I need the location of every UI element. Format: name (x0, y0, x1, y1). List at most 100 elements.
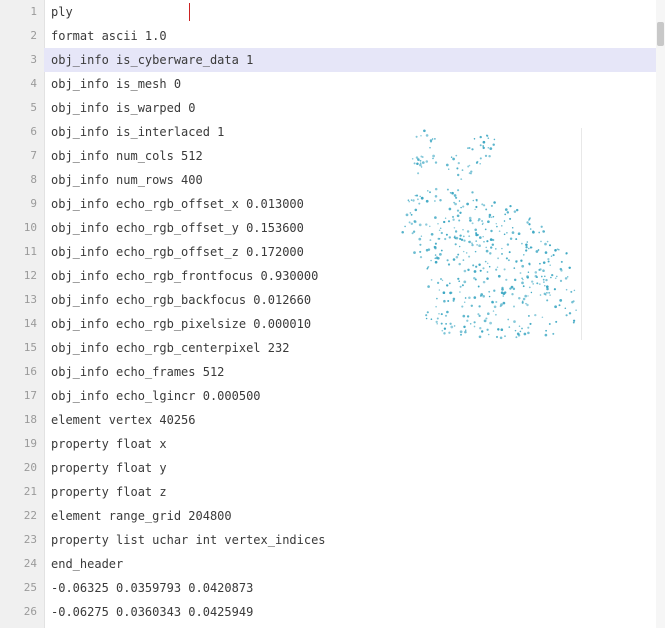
code-line[interactable]: 1 ply (0, 0, 665, 24)
line-text[interactable]: element range_grid 204800 (51, 504, 232, 528)
text-caret (189, 3, 190, 21)
point-cloud-point (550, 276, 552, 279)
line-text[interactable]: property float z (51, 480, 167, 504)
line-text[interactable]: obj_info is_interlaced 1 (51, 120, 224, 144)
point-cloud-point (461, 284, 464, 287)
point-cloud-point (475, 265, 478, 268)
line-text[interactable]: obj_info echo_rgb_pixelsize 0.000010 (51, 312, 311, 336)
point-cloud-point (573, 289, 576, 292)
line-text[interactable]: property list uchar int vertex_indices (51, 528, 326, 552)
line-number: 14 (23, 317, 37, 330)
point-cloud-point (471, 148, 474, 151)
line-text[interactable]: obj_info num_rows 400 (51, 168, 203, 192)
point-cloud-point (429, 191, 431, 194)
line-text[interactable]: format ascii 1.0 (51, 24, 167, 48)
code-line[interactable]: 21 property float z (0, 480, 665, 504)
point-cloud-point (460, 238, 464, 241)
code-line[interactable]: 4 obj_info is_mesh 0 (0, 72, 665, 96)
code-line[interactable]: 23 property list uchar int vertex_indices (0, 528, 665, 552)
point-cloud-point (512, 305, 516, 308)
point-cloud-point (538, 268, 541, 271)
point-cloud-point (529, 246, 532, 249)
point-cloud-point (495, 335, 499, 339)
point-cloud-point (553, 288, 556, 291)
point-cloud-point (437, 222, 439, 225)
code-line[interactable]: 26 -0.06275 0.0360343 0.0425949 (0, 600, 665, 624)
line-text[interactable]: obj_info echo_rgb_backfocus 0.012660 (51, 288, 311, 312)
code-line[interactable]: 2 format ascii 1.0 (0, 24, 665, 48)
point-cloud-point (535, 250, 539, 253)
line-text[interactable]: obj_info echo_rgb_offset_y 0.153600 (51, 216, 304, 240)
line-text[interactable]: obj_info echo_lgincr 0.000500 (51, 384, 261, 408)
point-cloud-point (527, 326, 530, 329)
point-cloud-point (504, 291, 507, 294)
point-cloud-point (509, 237, 513, 241)
point-cloud-point (484, 260, 487, 263)
point-cloud-point (497, 257, 500, 260)
point-cloud-point (436, 297, 438, 300)
point-cloud-point (448, 282, 451, 285)
point-cloud-point (526, 221, 529, 224)
point-cloud-point (506, 243, 510, 246)
point-cloud-point (425, 223, 428, 226)
line-text[interactable]: obj_info is_cyberware_data 1 (51, 48, 253, 72)
point-cloud-point (462, 250, 465, 253)
point-cloud-point (445, 163, 449, 167)
point-cloud-point (536, 282, 539, 285)
point-cloud-point (456, 209, 460, 212)
line-text[interactable]: -0.06275 0.0360343 0.0425949 (51, 600, 253, 624)
line-text[interactable]: element vertex 40256 (51, 408, 196, 432)
line-text[interactable]: ply (51, 0, 73, 24)
point-cloud-point (479, 162, 481, 165)
text-editor[interactable]: 1 ply 2 format ascii 1.0 3 obj_info is_cyberw… (0, 0, 665, 628)
point-cloud-point (445, 284, 449, 287)
point-cloud-point (528, 286, 531, 289)
point-cloud-point (449, 191, 452, 194)
code-line[interactable]: 3 obj_info is_cyberware_data 1 (0, 48, 665, 72)
point-cloud-point (454, 237, 457, 240)
point-cloud-point (451, 191, 454, 195)
code-line[interactable]: 5 obj_info is_warped 0 (0, 96, 665, 120)
code-line[interactable]: 18 element vertex 40256 (0, 408, 665, 432)
line-text[interactable]: property float y (51, 456, 167, 480)
code-line[interactable]: 24 end_header (0, 552, 665, 576)
code-line[interactable]: 22 element range_grid 204800 (0, 504, 665, 528)
point-cloud-point (405, 213, 409, 217)
point-cloud-point (434, 187, 438, 191)
point-cloud-point (476, 244, 478, 246)
scrollbar-thumb[interactable] (657, 22, 664, 46)
code-line[interactable]: 16 obj_info echo_frames 512 (0, 360, 665, 384)
code-line[interactable]: 17 obj_info echo_lgincr 0.000500 (0, 384, 665, 408)
line-number: 12 (23, 269, 37, 282)
code-line[interactable]: 19 property float x (0, 432, 665, 456)
point-cloud-point (488, 213, 492, 217)
line-text[interactable]: obj_info echo_rgb_frontfocus 0.930000 (51, 264, 318, 288)
point-cloud-point (458, 200, 461, 202)
point-cloud-point (515, 336, 518, 339)
line-text[interactable]: obj_info echo_rgb_offset_z 0.172000 (51, 240, 304, 264)
line-text[interactable]: obj_info echo_rgb_offset_x 0.013000 (51, 192, 304, 216)
point-cloud-point (483, 319, 487, 323)
line-text[interactable]: -0.06325 0.0359793 0.0420873 (51, 576, 253, 600)
line-text[interactable]: obj_info echo_frames 512 (51, 360, 224, 384)
line-text[interactable]: obj_info is_mesh 0 (51, 72, 181, 96)
point-cloud-point (430, 259, 432, 262)
line-number: 2 (30, 29, 37, 42)
point-cloud-point (453, 194, 457, 197)
line-text[interactable]: end_header (51, 552, 123, 576)
point-cloud-point (453, 227, 456, 229)
line-text[interactable]: property float x (51, 432, 167, 456)
point-cloud-point (482, 235, 484, 238)
line-text[interactable]: obj_info echo_rgb_centerpixel 232 (51, 336, 289, 360)
point-cloud-point (446, 310, 449, 314)
code-line[interactable]: 20 property float y (0, 456, 665, 480)
line-text[interactable]: obj_info is_warped 0 (51, 96, 196, 120)
point-cloud-point (446, 188, 449, 191)
code-line[interactable]: 25 -0.06325 0.0359793 0.0420873 (0, 576, 665, 600)
point-cloud-point (508, 251, 511, 254)
vertical-scrollbar[interactable] (656, 0, 665, 628)
point-cloud-point (447, 263, 451, 266)
point-cloud-point (514, 329, 517, 332)
point-cloud-point (471, 242, 473, 245)
line-text[interactable]: obj_info num_cols 512 (51, 144, 203, 168)
